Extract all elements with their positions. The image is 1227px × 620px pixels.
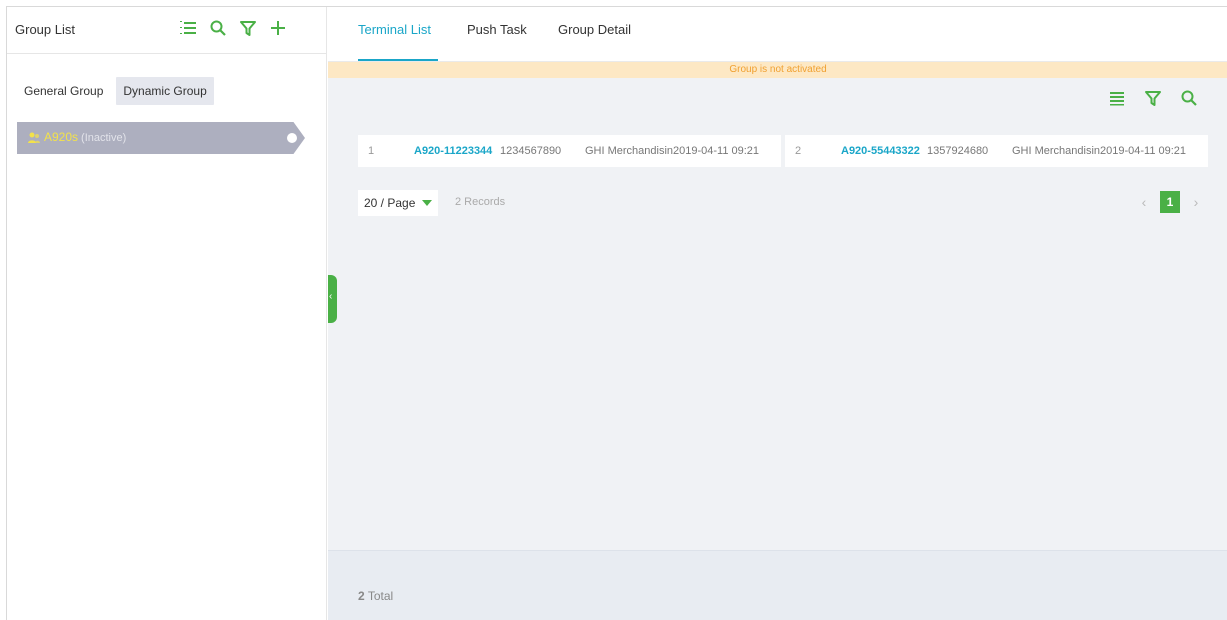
sidebar-title: Group List bbox=[15, 22, 75, 37]
filter-icon[interactable] bbox=[239, 19, 257, 37]
table-row[interactable]: 2 A920-55443322 1357924680 GHI Merchandi… bbox=[785, 135, 1208, 167]
prev-page-chevron-icon[interactable]: ‹ bbox=[1134, 191, 1154, 213]
sort-list-icon[interactable] bbox=[179, 19, 197, 37]
search-icon[interactable] bbox=[209, 19, 227, 37]
tab-terminal-list[interactable]: Terminal List bbox=[358, 22, 431, 37]
group-type-tabs: General Group Dynamic Group bbox=[17, 77, 214, 105]
user-group-icon bbox=[27, 131, 41, 145]
main-panel: Terminal List Push Task Group Detail Gro… bbox=[328, 7, 1227, 620]
sidebar-header: Group List bbox=[7, 7, 326, 54]
collapse-sidebar-handle[interactable]: ‹ bbox=[328, 275, 337, 323]
chevron-left-icon: ‹ bbox=[329, 291, 333, 302]
app-frame: Group List General Group Dynamic Group A… bbox=[6, 6, 1227, 620]
page-size-select[interactable]: 20 / Page bbox=[358, 190, 439, 216]
total-count: 2 bbox=[358, 589, 365, 603]
search-icon[interactable] bbox=[1180, 89, 1198, 107]
sidebar: Group List General Group Dynamic Group A… bbox=[7, 7, 327, 620]
inactive-banner: Group is not activated bbox=[328, 62, 1227, 78]
timestamp: 2019-04-11 09:21 bbox=[673, 145, 760, 157]
total-summary: 2 Total bbox=[358, 589, 393, 603]
footer-summary: 2 Total bbox=[328, 550, 1227, 620]
caret-down-icon bbox=[422, 200, 433, 206]
list-toolbar bbox=[1108, 89, 1198, 107]
status-dot bbox=[287, 133, 297, 143]
sidebar-toolbar bbox=[179, 19, 287, 37]
page-number-button[interactable]: 1 bbox=[1160, 191, 1180, 213]
group-list-item[interactable]: A920s (Inactive) bbox=[17, 122, 305, 154]
table-row[interactable]: 1 A920-11223344 1234567890 GHI Merchandi… bbox=[358, 135, 781, 167]
add-icon[interactable] bbox=[269, 19, 287, 37]
merchant-name: GHI Merchandising bbox=[585, 145, 673, 157]
terminal-name-link[interactable]: A920-55443322 bbox=[841, 145, 923, 157]
record-count: 2 Records bbox=[455, 196, 506, 208]
terminal-list: 1 A920-11223344 1234567890 GHI Merchandi… bbox=[358, 135, 1208, 167]
tab-push-task[interactable]: Push Task bbox=[467, 22, 527, 37]
filter-icon[interactable] bbox=[1144, 89, 1162, 107]
active-tab-underline bbox=[358, 59, 438, 61]
terminal-name-link[interactable]: A920-11223344 bbox=[414, 145, 496, 157]
tab-general-group[interactable]: General Group bbox=[17, 77, 110, 105]
next-page-chevron-icon[interactable]: › bbox=[1186, 191, 1206, 213]
timestamp: 2019-04-11 09:21 bbox=[1100, 145, 1187, 157]
main-tabs: Terminal List Push Task Group Detail bbox=[328, 7, 1227, 62]
serial-number: 1234567890 bbox=[500, 145, 562, 157]
serial-number: 1357924680 bbox=[927, 145, 989, 157]
tab-group-detail[interactable]: Group Detail bbox=[558, 22, 631, 37]
page-size-value: 20 / Page bbox=[364, 196, 416, 210]
row-index: 1 bbox=[368, 145, 375, 157]
total-label: Total bbox=[367, 589, 394, 603]
group-name: A920s bbox=[44, 130, 79, 144]
group-item-label: A920s (Inactive) bbox=[44, 130, 126, 144]
tab-dynamic-group[interactable]: Dynamic Group bbox=[116, 77, 214, 105]
list-view-icon[interactable] bbox=[1108, 89, 1126, 107]
pagination: ‹ 1 › bbox=[1134, 191, 1206, 213]
group-status: (Inactive) bbox=[81, 132, 127, 144]
merchant-name: GHI Merchandising bbox=[1012, 145, 1100, 157]
row-index: 2 bbox=[795, 145, 802, 157]
